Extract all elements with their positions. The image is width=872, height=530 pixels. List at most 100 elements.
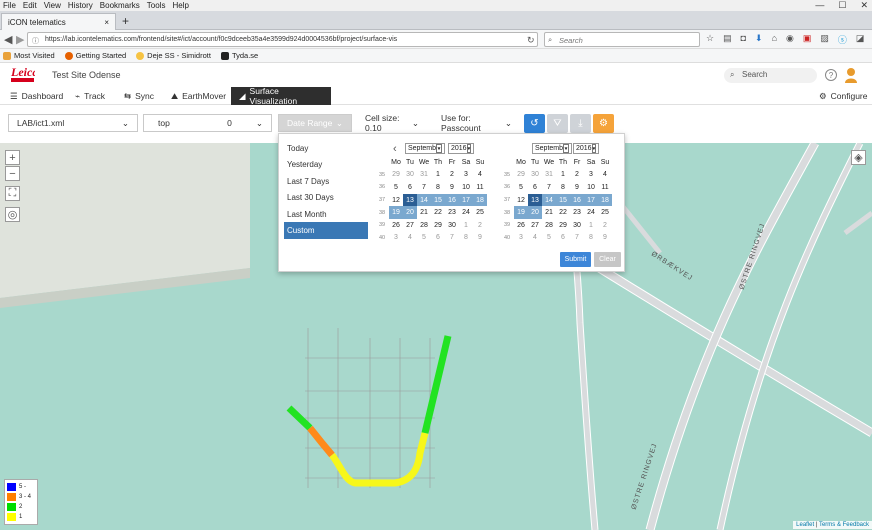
calendar-day[interactable]: 7 (542, 181, 556, 194)
preset-last-30-days[interactable]: Last 30 Days (284, 189, 368, 206)
nav-surface-visualization[interactable]: ◢ Surface Visualization (231, 86, 331, 106)
bookmark-getting-started[interactable]: Getting Started (64, 51, 126, 60)
preset-last-7-days[interactable]: Last 7 Days (284, 173, 368, 190)
calendar-day[interactable]: 13 (403, 193, 417, 207)
calendar-day[interactable]: 3 (514, 232, 528, 245)
bookmark-most-visited[interactable]: Most Visited (3, 51, 55, 60)
calendar-day[interactable]: 18 (598, 193, 612, 207)
calendar-day[interactable]: 4 (528, 232, 542, 245)
calendar-day[interactable]: 25 (473, 206, 487, 219)
left-month-select[interactable]: Septemb ▾ (405, 143, 445, 154)
calendar-day[interactable]: 1 (584, 219, 598, 232)
addon-icon[interactable]: ▨ (820, 33, 829, 46)
zoom-in-button[interactable]: + (5, 150, 20, 165)
calendar-day[interactable]: 11 (473, 181, 487, 194)
calendar-day[interactable]: 1 (459, 219, 473, 232)
settings-button[interactable]: ⚙ (593, 114, 614, 133)
calendar-day[interactable]: 25 (598, 206, 612, 219)
clear-button[interactable]: Clear (594, 252, 621, 267)
calendar-day[interactable]: 5 (417, 232, 431, 245)
calendar-day[interactable]: 29 (556, 219, 570, 232)
calendar-day[interactable]: 2 (473, 219, 487, 232)
cell-size-select[interactable]: Cell size: 0.10 ⌄ (357, 113, 427, 133)
calendar-day[interactable]: 7 (570, 232, 584, 245)
calendar-day[interactable]: 17 (584, 193, 598, 207)
nav-sync[interactable]: ⇆ Sync (124, 87, 154, 105)
calendar-day[interactable]: 23 (445, 206, 459, 219)
calendar-day[interactable]: 30 (445, 219, 459, 232)
design-file-select[interactable]: LAB/ict1.xml ⌄ (8, 114, 138, 132)
home-icon[interactable]: ⌂ (772, 33, 777, 46)
calendar-day[interactable]: 20 (528, 206, 542, 219)
calendar-day[interactable]: 28 (417, 219, 431, 232)
menu-help[interactable]: Help (172, 1, 188, 10)
calendar-day[interactable]: 27 (403, 219, 417, 232)
calendar-day[interactable]: 19 (514, 206, 528, 219)
calendar-day[interactable]: 9 (598, 232, 612, 245)
fit-bounds-button[interactable]: ⛶ (5, 186, 20, 201)
calendar-day[interactable]: 30 (528, 169, 542, 182)
app-search-input[interactable]: ⌕ Search (724, 68, 817, 83)
calendar-day[interactable]: 17 (459, 193, 473, 207)
calendar-day[interactable]: 8 (584, 232, 598, 245)
calendar-day[interactable]: 30 (403, 169, 417, 182)
preset-custom[interactable]: Custom (284, 222, 368, 239)
calendar-day[interactable]: 20 (403, 206, 417, 219)
shield-icon[interactable]: ◪ (856, 33, 865, 46)
submit-button[interactable]: Submit (560, 252, 591, 267)
calendar-day[interactable]: 15 (556, 193, 570, 207)
calendar-day[interactable]: 5 (514, 181, 528, 194)
calendar-day[interactable]: 2 (598, 219, 612, 232)
nav-track[interactable]: ⌁ Track (75, 87, 105, 105)
browser-search-input[interactable]: ⌕ Search (544, 32, 700, 47)
calendar-day[interactable]: 2 (445, 169, 459, 182)
back-icon[interactable]: ◀ (4, 33, 12, 46)
right-month-select[interactable]: Septemb ▾ (532, 143, 572, 154)
menu-tools[interactable]: Tools (147, 1, 166, 10)
calendar-day[interactable]: 5 (389, 181, 403, 194)
calendar-day[interactable]: 21 (542, 206, 556, 219)
calendar-day[interactable]: 10 (584, 181, 598, 194)
nav-earthmover[interactable]: ⛰ EarthMover (171, 87, 226, 105)
calendar-day[interactable]: 6 (431, 232, 445, 245)
calendar-day[interactable]: 1 (431, 169, 445, 182)
menu-file[interactable]: File (3, 1, 16, 10)
right-year-select[interactable]: 2016 ▾ (573, 143, 599, 154)
calendar-day[interactable]: 29 (389, 169, 403, 182)
calendar-day[interactable]: 12 (389, 194, 403, 207)
calendar-day[interactable]: 3 (459, 169, 473, 182)
calendar-day[interactable]: 16 (570, 193, 584, 207)
terms-link[interactable]: Terms & Feedback (819, 522, 869, 528)
calendar-day[interactable]: 9 (473, 232, 487, 245)
menu-bookmarks[interactable]: Bookmarks (100, 1, 140, 10)
calendar-day[interactable]: 16 (445, 193, 459, 207)
forward-icon[interactable]: ▶ (16, 33, 24, 46)
info-icon[interactable]: ⓘ (32, 36, 39, 46)
calendar-day[interactable]: 18 (473, 193, 487, 207)
calendar-day[interactable]: 26 (514, 219, 528, 232)
calendar-day[interactable]: 30 (570, 219, 584, 232)
calendar-day[interactable]: 9 (445, 181, 459, 194)
calendar-day[interactable]: 4 (473, 169, 487, 182)
tab-close-icon[interactable]: × (104, 18, 109, 27)
configure-button[interactable]: ⚙ Configure (819, 87, 867, 105)
use-for-select[interactable]: Use for: Passcount ⌄ (433, 113, 520, 133)
calendar-day[interactable]: 28 (542, 219, 556, 232)
calendar-day[interactable]: 12 (514, 194, 528, 207)
menu-edit[interactable]: Edit (23, 1, 37, 10)
calendar-day[interactable]: 1 (556, 169, 570, 182)
calendar-day[interactable]: 6 (403, 181, 417, 194)
calendar-day[interactable]: 15 (431, 193, 445, 207)
site-name[interactable]: Test Site Odense (52, 70, 121, 80)
filter-button[interactable]: ⛛ (547, 114, 568, 133)
calendar-day[interactable]: 14 (417, 193, 431, 207)
pocket-icon[interactable]: ◘ (741, 33, 746, 46)
skype-icon[interactable]: ⓢ (838, 33, 847, 46)
date-range-select[interactable]: Date Range ⌄ (278, 114, 352, 132)
clipboard-icon[interactable]: ▤ (723, 33, 732, 46)
calendar-day[interactable]: 26 (389, 219, 403, 232)
adblock-icon[interactable]: ▣ (803, 33, 812, 46)
calendar-day[interactable]: 8 (459, 232, 473, 245)
calendar-day[interactable]: 22 (556, 206, 570, 219)
left-year-select[interactable]: 2016 ▾ (448, 143, 474, 154)
